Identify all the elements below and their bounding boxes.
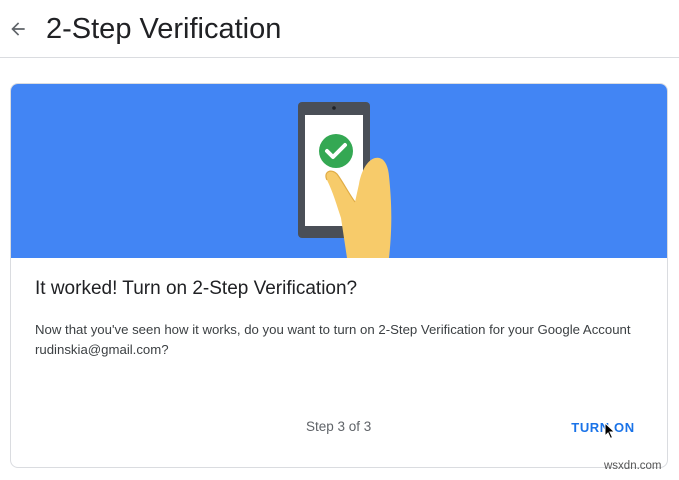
back-button[interactable] bbox=[4, 13, 32, 45]
watermark-text: wsxdn.com bbox=[604, 460, 662, 472]
step-indicator: Step 3 of 3 bbox=[306, 419, 372, 434]
mouse-cursor-icon bbox=[604, 422, 616, 440]
page-header: 2-Step Verification bbox=[0, 0, 679, 58]
hero-banner bbox=[11, 84, 667, 258]
page-title: 2-Step Verification bbox=[46, 13, 282, 45]
card-description: Now that you've seen how it works, do yo… bbox=[35, 322, 631, 357]
arrow-back-icon bbox=[11, 22, 25, 36]
card-heading: It worked! Turn on 2-Step Verification? bbox=[35, 278, 358, 299]
phone-check-illustration bbox=[298, 102, 392, 258]
turn-on-button[interactable]: TURN ON bbox=[563, 412, 643, 442]
verification-card: It worked! Turn on 2-Step Verification? … bbox=[10, 83, 668, 468]
check-circle-icon bbox=[319, 134, 353, 168]
